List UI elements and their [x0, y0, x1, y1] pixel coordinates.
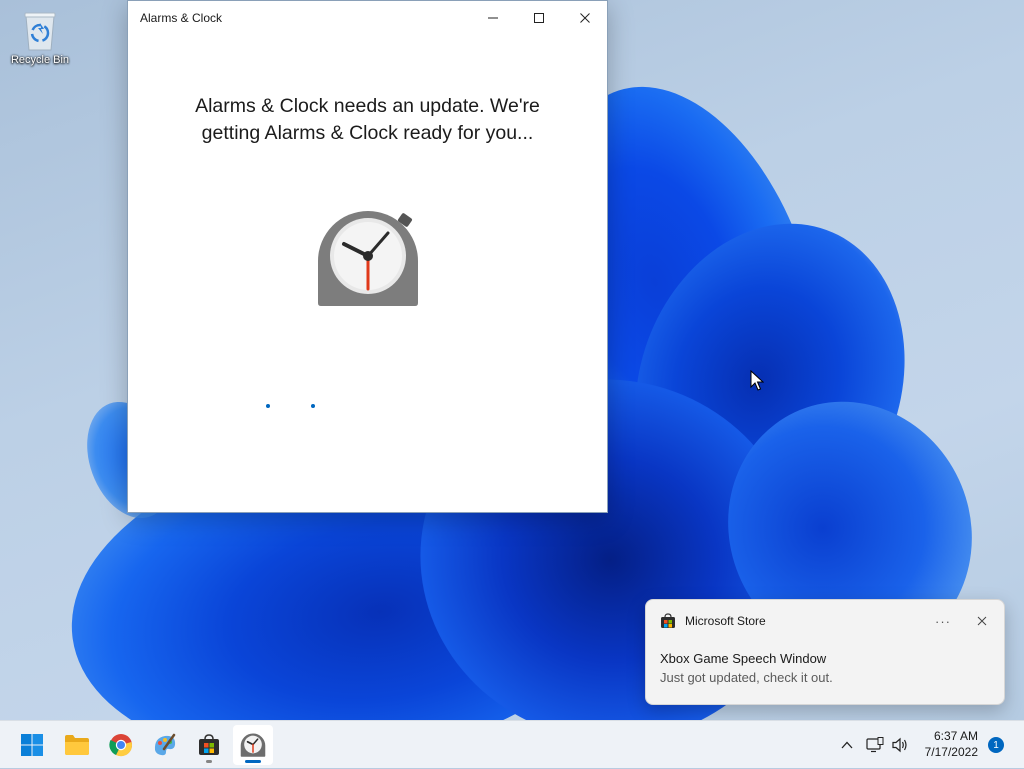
loading-progress-dots	[266, 404, 326, 410]
tray-clock[interactable]: 6:37 AM 7/17/2022	[906, 728, 978, 760]
desktop-icon-recycle-bin[interactable]: Recycle Bin	[4, 8, 76, 66]
tray-overflow-button[interactable]	[836, 721, 858, 769]
toast-title: Xbox Game Speech Window	[660, 651, 827, 666]
update-message-line-1: Alarms & Clock needs an update. We're	[195, 95, 540, 117]
minimize-icon	[488, 17, 498, 19]
network-icon	[866, 737, 884, 753]
close-icon	[977, 616, 987, 626]
running-indicator	[206, 760, 212, 763]
taskbar-alarms-clock[interactable]	[233, 725, 273, 765]
alarms-clock-icon	[240, 733, 266, 757]
store-bag-icon	[199, 734, 219, 755]
toast-body: Just got updated, check it out.	[660, 670, 833, 685]
alarms-clock-window[interactable]: Alarms & Clock Alarms & Clock needs an u…	[127, 0, 608, 513]
folder-icon	[65, 735, 89, 755]
update-message-line-2: getting Alarms & Clock ready for you...	[201, 122, 534, 144]
mouse-cursor-icon	[750, 369, 765, 392]
tray-time: 6:37 AM	[933, 729, 978, 743]
desktop-icon-label: Recycle Bin	[10, 54, 70, 66]
taskbar: 6:37 AM 7/17/2022 1	[0, 720, 1024, 768]
progress-dot	[311, 404, 315, 408]
taskbar-start-button[interactable]	[12, 725, 52, 765]
close-icon	[580, 13, 590, 23]
toast-more-options-button[interactable]: ···	[932, 610, 954, 632]
toast-close-button[interactable]	[971, 610, 993, 632]
recycle-bin-icon	[20, 8, 60, 52]
update-message: Alarms & Clock needs an update. We're ge…	[128, 93, 607, 147]
toast-header: Microsoft Store	[660, 613, 766, 629]
maximize-button[interactable]	[516, 1, 562, 35]
paint-icon	[154, 733, 176, 756]
window-titlebar[interactable]: Alarms & Clock	[128, 1, 607, 35]
chrome-icon	[109, 734, 132, 757]
alarms-clock-app-icon	[315, 205, 421, 311]
active-app-indicator	[245, 760, 261, 763]
toast-app-name: Microsoft Store	[685, 614, 766, 628]
window-title: Alarms & Clock	[140, 11, 223, 25]
notification-toast[interactable]: Microsoft Store ··· Xbox Game Speech Win…	[645, 599, 1005, 705]
tray-network-button[interactable]	[864, 721, 886, 769]
minimize-button[interactable]	[470, 1, 516, 35]
taskbar-chrome[interactable]	[101, 725, 141, 765]
microsoft-store-icon	[661, 613, 675, 628]
maximize-icon	[534, 13, 544, 23]
close-button[interactable]	[562, 1, 608, 35]
notification-count-badge[interactable]: 1	[988, 737, 1004, 753]
windows-start-icon	[21, 734, 43, 756]
taskbar-microsoft-store[interactable]	[189, 725, 229, 765]
chevron-up-icon	[841, 741, 853, 749]
tray-date: 7/17/2022	[924, 745, 978, 759]
progress-dot	[266, 404, 270, 408]
taskbar-paint[interactable]	[145, 725, 185, 765]
taskbar-file-explorer[interactable]	[57, 725, 97, 765]
